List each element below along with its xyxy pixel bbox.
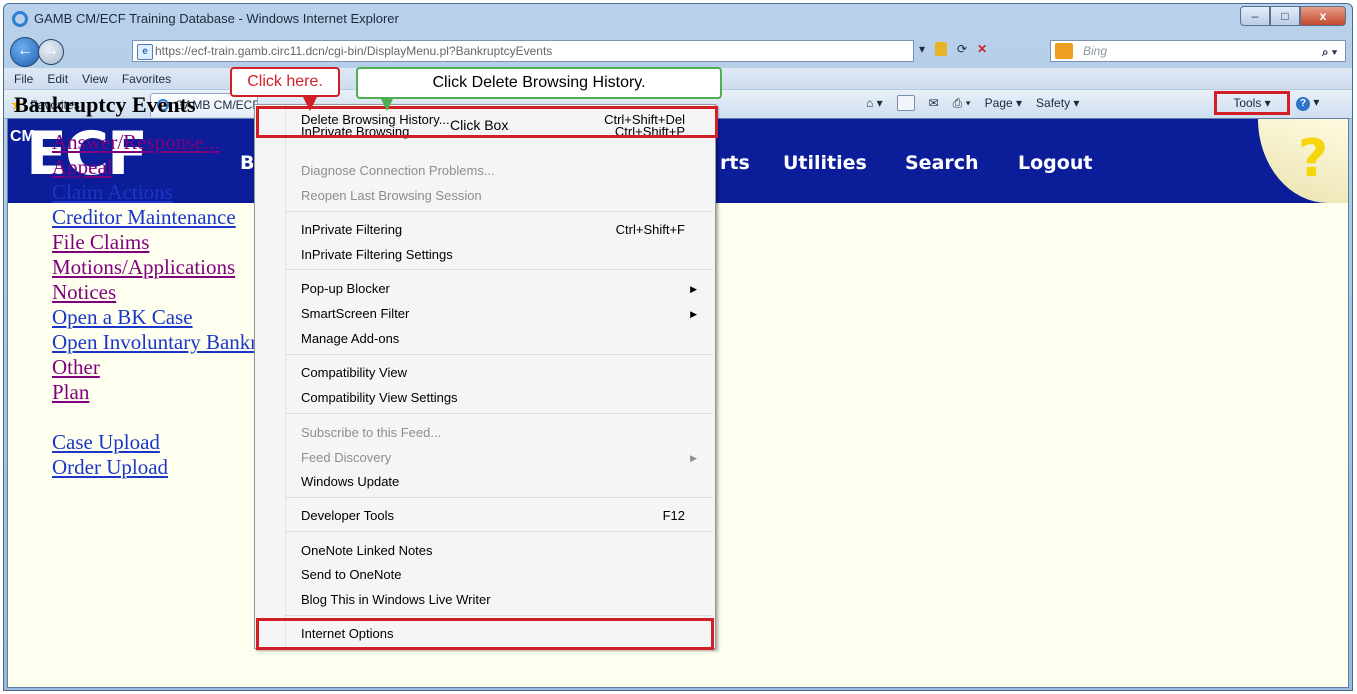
help-arrow: ▾ [1313,95,1320,109]
search-box[interactable]: Bing ⌕ ▾ [1050,40,1346,62]
callout-click-delete: Click Delete Browsing History. [356,67,722,111]
menu-item-label: Manage Add-ons [301,331,400,346]
menu-item-feed-discovery: Feed Discovery ▶ [255,446,715,470]
menu-file[interactable]: File [14,72,33,86]
menu-item-subscribe-feed: Subscribe to this Feed... [255,421,715,445]
maximize-button[interactable]: □ [1270,6,1300,26]
menu-separator [285,211,713,212]
forward-button[interactable]: → [38,39,64,65]
help-menu-button[interactable]: ? ▾ [1296,95,1319,111]
menu-item-label: Windows Update [301,474,400,489]
menu-item-onenote-linked-notes[interactable]: OneNote Linked Notes [255,539,715,563]
menu-item-shortcut: F12 [662,508,685,523]
menu-item-inprivate-filtering[interactable]: InPrivate Filtering Ctrl+Shift+F [255,218,715,242]
highlight-internet-options [256,618,714,650]
tools-menu-button[interactable]: Tools ▾ [1214,91,1290,115]
logo-cm: CM [10,128,35,145]
menu-separator [285,269,713,270]
callout-tail [380,97,394,111]
callout-click-here-text: Click here. [247,73,323,90]
menu-item-compatibility-view[interactable]: Compatibility View [255,361,715,385]
page-icon: e [137,44,153,60]
submenu-arrow-icon: ▶ [690,284,697,294]
menu-item-compatibility-view-settings[interactable]: Compatibility View Settings [255,386,715,410]
page-title: Bankruptcy Events [14,92,196,117]
menu-item-label: InPrivate Filtering [301,222,403,237]
menu-item-windows-update[interactable]: Windows Update [255,470,715,494]
menu-separator [285,354,713,355]
title-bar: GAMB CM/ECF Training Database - Windows … [4,4,1352,34]
safety-menu[interactable]: Safety ▾ [1036,96,1079,110]
menu-separator [285,615,713,616]
callout-tail [302,95,318,111]
menu-item-label: Compatibility View [301,365,407,380]
menu-separator [285,497,713,498]
nav-reports[interactable]: rts [720,152,750,174]
menu-item-diagnose-connection: Diagnose Connection Problems... [255,159,715,183]
menu-item-label: Diagnose Connection Problems... [301,163,495,178]
menu-item-label: Developer Tools [301,508,394,523]
search-placeholder: Bing [1083,44,1108,58]
menu-item-label: SmartScreen Filter [301,306,410,321]
callout-click-delete-text: Click Delete Browsing History. [432,74,646,91]
menu-item-label: Send to OneNote [301,567,402,582]
ie-logo-icon [12,11,28,27]
menu-item-send-to-onenote[interactable]: Send to OneNote [255,563,715,587]
submenu-arrow-icon: ▶ [690,309,697,319]
click-box-label: Click Box [450,117,509,133]
events-heading-wrap: Bankruptcy Events [14,92,196,118]
menu-item-smartscreen-filter[interactable]: SmartScreen Filter ▶ [255,302,715,326]
search-icon[interactable]: ⌕ ▾ [1322,42,1337,62]
address-bar[interactable]: e https://ecf-train.gamb.circ11.dcn/cgi-… [132,40,914,62]
menu-item-reopen-last-session: Reopen Last Browsing Session [255,184,715,208]
home-icon[interactable]: ⌂ ▾ [866,96,883,110]
stop-icon[interactable]: ✕ [977,42,987,56]
menu-item-label: OneNote Linked Notes [301,543,433,558]
menu-item-label: InPrivate Filtering Settings [301,247,453,262]
menu-item-inprivate-filtering-settings[interactable]: InPrivate Filtering Settings [255,243,715,267]
feeds-icon[interactable] [896,95,915,111]
menu-item-shortcut: Ctrl+Shift+F [615,222,685,237]
minimize-button[interactable]: – [1240,6,1270,26]
address-row: ← → e https://ecf-train.gamb.circ11.dcn/… [4,34,1352,67]
page-menu[interactable]: Page ▾ [985,96,1022,110]
nav-search[interactable]: Search [905,152,979,174]
url-text: https://ecf-train.gamb.circ11.dcn/cgi-bi… [155,44,553,58]
window-controls: – □ x [1240,6,1346,26]
menu-item-label: Blog This in Windows Live Writer [301,592,491,607]
menu-item-developer-tools[interactable]: Developer Tools F12 [255,504,715,528]
back-button[interactable]: ← [10,37,40,67]
dropdown-icon[interactable]: ▾ [919,42,925,56]
menu-item-label: Reopen Last Browsing Session [301,188,482,203]
menu-item-label: Feed Discovery [301,450,392,465]
bing-icon [1055,43,1073,59]
menu-item-manage-addons[interactable]: Manage Add-ons [255,327,715,351]
lock-icon[interactable] [935,42,948,56]
menu-item-label: Pop-up Blocker [301,281,390,296]
menu-separator [285,531,713,532]
close-button[interactable]: x [1300,6,1346,26]
menu-item-label: Subscribe to this Feed... [301,425,442,440]
help-icon: ? [1296,97,1310,111]
tools-dropdown-menu: Delete Browsing History... Ctrl+Shift+De… [254,104,716,649]
menu-item-label: Compatibility View Settings [301,390,458,405]
address-tools: ▾ ⟳ ✕ [919,42,987,56]
menu-item-blog-this[interactable]: Blog This in Windows Live Writer [255,588,715,612]
nav-utilities[interactable]: Utilities [783,152,867,174]
menu-separator [285,413,713,414]
window-title: GAMB CM/ECF Training Database - Windows … [34,11,399,26]
nav-logout[interactable]: Logout [1018,152,1092,174]
submenu-arrow-icon: ▶ [690,453,697,463]
command-bar: ⌂ ▾ ✉ ⎙ ▾ Page ▾ Safety ▾ [866,95,1079,111]
print-icon[interactable]: ⎙ ▾ [953,96,971,111]
callout-click-here: Click here. [230,67,340,111]
menu-edit[interactable]: Edit [47,72,68,86]
mail-icon[interactable]: ✉ [929,96,939,110]
menu-item-popup-blocker[interactable]: Pop-up Blocker ▶ [255,277,715,301]
refresh-icon[interactable]: ⟳ [957,42,967,56]
menu-view[interactable]: View [82,72,108,86]
help-question-icon[interactable]: ? [1298,129,1328,189]
menu-favorites[interactable]: Favorites [122,72,171,86]
